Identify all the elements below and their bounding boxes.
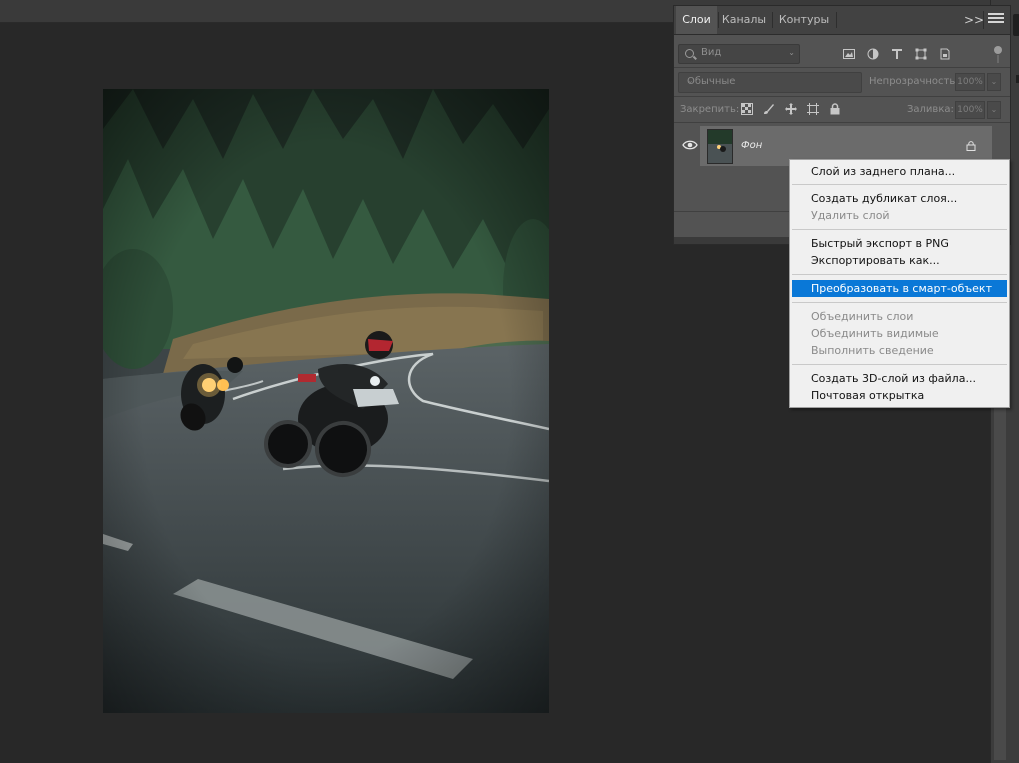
lock-all-icon[interactable]	[829, 103, 841, 115]
layer-context-menu: Слой из заднего плана... Создать дублика…	[789, 159, 1010, 408]
menu-item-layer-from-background[interactable]: Слой из заднего плана...	[792, 163, 1007, 180]
layer-name: Фон	[741, 140, 763, 151]
panel-dock-handle[interactable]	[1013, 14, 1019, 36]
header-separator	[983, 11, 984, 29]
menu-item-duplicate-layer[interactable]: Создать дубликат слоя...	[792, 190, 1007, 207]
menu-item-new-3d-layer-from-file[interactable]: Создать 3D-слой из файла...	[792, 370, 1007, 387]
tab-channels[interactable]: Каналы	[719, 6, 769, 34]
tab-layers[interactable]: Слои	[676, 6, 717, 34]
menu-item-flatten-image[interactable]: Выполнить сведение	[792, 342, 1007, 359]
divider	[674, 122, 1010, 123]
fill-label: Заливка:	[907, 104, 954, 115]
divider	[674, 96, 1010, 97]
filter-shape-layers-icon[interactable]	[915, 48, 927, 60]
tab-paths[interactable]: Контуры	[774, 6, 834, 34]
filter-adjustment-layers-icon[interactable]	[867, 48, 879, 60]
lock-label: Закрепить:	[680, 104, 740, 115]
filter-smart-objects-icon[interactable]	[939, 48, 951, 60]
menu-item-quick-export-png[interactable]: Быстрый экспорт в PNG	[792, 235, 1007, 252]
menu-separator	[792, 364, 1007, 365]
collapse-panel-button[interactable]: >>	[964, 13, 984, 27]
menu-item-postcard[interactable]: Почтовая открытка	[792, 387, 1007, 404]
document-image[interactable]	[103, 89, 549, 713]
lock-icon[interactable]	[966, 141, 976, 151]
filter-kind-label: Вид	[701, 47, 722, 58]
panel-tabs: Слои Каналы Контуры >>	[674, 6, 1010, 35]
menu-separator	[792, 274, 1007, 275]
opacity-label: Непрозрачность:	[869, 76, 959, 87]
filter-toggle-icon[interactable]	[994, 46, 1002, 54]
lock-transparent-pixels-icon[interactable]	[741, 103, 753, 115]
opacity-input[interactable]: 100%	[955, 73, 985, 91]
filter-toggle-stem	[997, 55, 999, 63]
fill-input[interactable]: 100%	[955, 101, 985, 119]
menu-item-merge-visible[interactable]: Объединить видимые	[792, 325, 1007, 342]
menu-separator	[792, 184, 1007, 185]
tab-separator	[772, 12, 773, 28]
search-icon	[685, 49, 694, 58]
filter-kind-select[interactable]: Вид ⌄	[678, 44, 800, 64]
eye-icon[interactable]	[682, 139, 698, 151]
lock-image-pixels-icon[interactable]	[763, 103, 775, 115]
menu-item-delete-layer[interactable]: Удалить слой	[792, 207, 1007, 224]
motorcycle-photo	[103, 89, 549, 713]
menu-item-merge-layers[interactable]: Объединить слои	[792, 308, 1007, 325]
lock-position-icon[interactable]	[785, 103, 797, 115]
panel-menu-icon[interactable]	[988, 13, 1004, 27]
tab-separator	[836, 12, 837, 28]
opacity-slider-toggle[interactable]: ⌄	[987, 73, 1001, 91]
menu-separator	[792, 302, 1007, 303]
divider	[674, 67, 1010, 68]
chevron-down-icon: ⌄	[788, 48, 795, 57]
menu-item-convert-to-smart-object[interactable]: Преобразовать в смарт-объект	[792, 280, 1007, 297]
filter-type-layers-icon[interactable]	[891, 48, 903, 60]
blend-mode-select[interactable]: Обычные ⌄	[678, 72, 862, 93]
menu-separator	[792, 229, 1007, 230]
fill-slider-toggle[interactable]: ⌄	[987, 101, 1001, 119]
layer-filter-row: Вид ⌄	[674, 38, 1010, 64]
menu-item-export-as[interactable]: Экспортировать как...	[792, 252, 1007, 269]
filter-pixel-layers-icon[interactable]	[843, 48, 855, 60]
lock-artboard-icon[interactable]	[807, 103, 819, 115]
layer-thumbnail	[707, 129, 733, 164]
chevron-down-icon: ⌄	[687, 76, 694, 85]
